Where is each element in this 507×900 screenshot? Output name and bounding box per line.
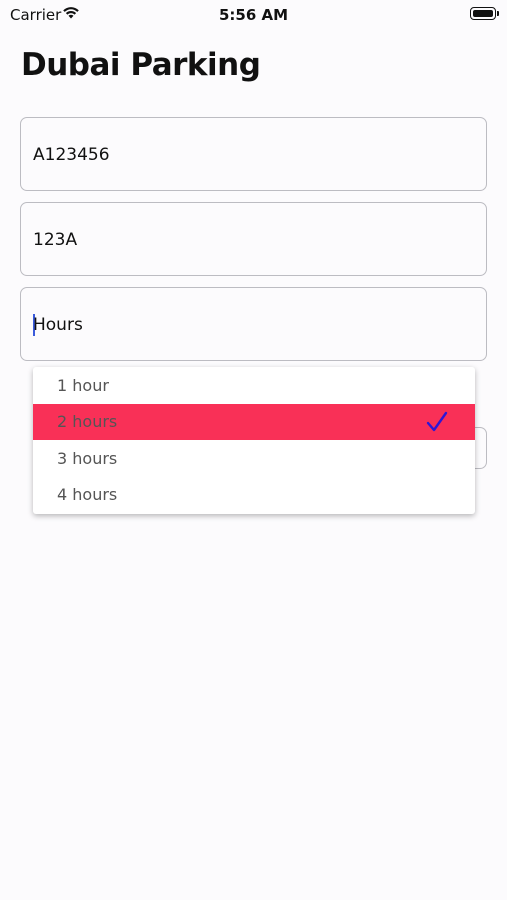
dropdown-option-1-hour[interactable]: 1 hour bbox=[33, 368, 475, 404]
dropdown-option-4-hours[interactable]: 4 hours bbox=[33, 477, 475, 513]
plate-code-field[interactable]: 123A bbox=[20, 202, 487, 276]
option-label: 4 hours bbox=[57, 485, 118, 504]
status-bar: Carrier 5:56 AM bbox=[0, 0, 507, 30]
dropdown-option-3-hours[interactable]: 3 hours bbox=[33, 441, 475, 477]
page-title: Dubai Parking bbox=[21, 47, 261, 83]
clock: 5:56 AM bbox=[218, 6, 289, 24]
option-label: 2 hours bbox=[57, 412, 118, 431]
plate-code-value: 123A bbox=[33, 230, 78, 250]
checkmark-icon bbox=[426, 411, 448, 432]
option-label: 1 hour bbox=[57, 376, 109, 395]
battery-cap bbox=[497, 11, 499, 16]
option-label: 3 hours bbox=[57, 449, 118, 468]
hours-value: Hours bbox=[33, 315, 83, 335]
plate-number-field[interactable]: A123456 bbox=[20, 117, 487, 191]
dropdown-option-2-hours[interactable]: 2 hours bbox=[33, 404, 475, 440]
plate-number-value: A123456 bbox=[33, 145, 110, 165]
battery-icon bbox=[470, 7, 496, 20]
hours-dropdown[interactable]: 1 hour 2 hours 3 hours 4 hours bbox=[33, 367, 475, 514]
hours-field[interactable]: Hours bbox=[20, 287, 487, 361]
